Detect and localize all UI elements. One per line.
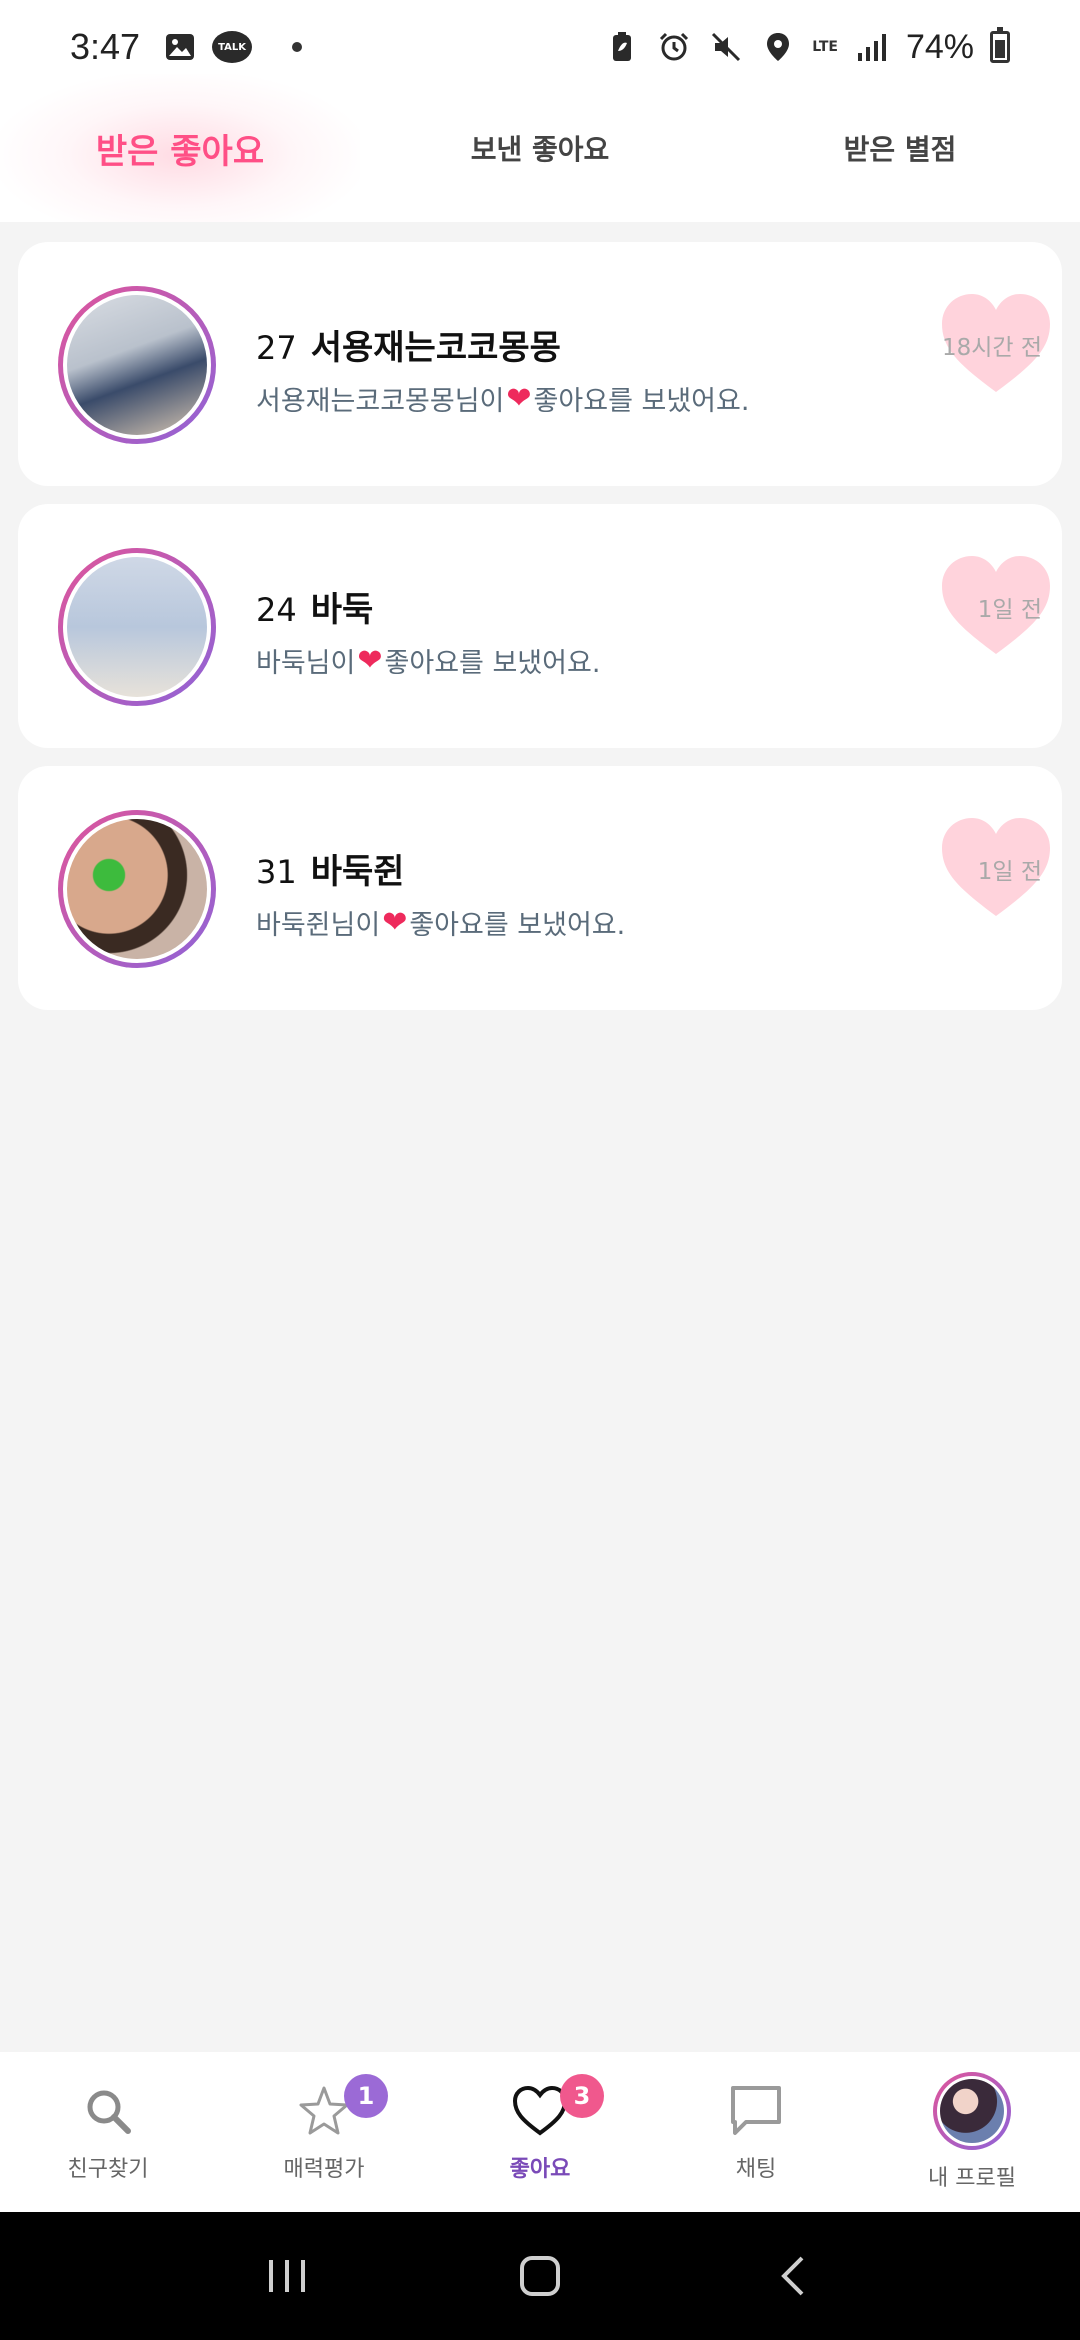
likes-tab-bar: 받은 좋아요 보낸 좋아요 받은 별점	[0, 74, 1080, 222]
time-ago: 1일 전	[977, 597, 1042, 623]
avatar-photo	[67, 295, 207, 435]
message-prefix: 바둑님이	[256, 648, 356, 679]
user-name: 바둑	[310, 590, 374, 630]
likes-list: 27 서용재는코코몽몽 서용재는코코몽몽님이 ❤ 좋아요를 보냈어요. 18시간…	[18, 242, 1062, 1028]
heart-icon: ❤	[506, 380, 532, 416]
nav-my-profile[interactable]: 내 프로필	[864, 2052, 1080, 2212]
system-nav-bar	[0, 2212, 1080, 2340]
alarm-icon	[656, 29, 692, 65]
search-icon	[78, 2081, 138, 2141]
nav-label: 내 프로필	[928, 2166, 1016, 2191]
nav-likes[interactable]: 3 좋아요	[432, 2052, 648, 2212]
recent-apps-icon[interactable]	[247, 2246, 327, 2306]
like-card[interactable]: 27 서용재는코코몽몽 서용재는코코몽몽님이 ❤ 좋아요를 보냈어요. 18시간…	[18, 242, 1062, 486]
user-name: 서용재는코코몽몽	[310, 328, 561, 368]
notification-badge: 3	[560, 2074, 604, 2118]
nav-label: 매력평가	[283, 2157, 365, 2182]
user-name: 바둑쥔	[310, 852, 405, 892]
battery-icon	[990, 27, 1010, 63]
nav-label: 친구찾기	[67, 2157, 149, 2182]
avatar[interactable]	[58, 286, 216, 444]
like-card[interactable]: 31 바둑쥔 바둑쥔님이 ❤ 좋아요를 보냈어요. 1일 전	[18, 766, 1062, 1010]
like-message: 바둑쥔님이 ❤ 좋아요를 보냈어요.	[256, 903, 625, 942]
back-icon[interactable]	[753, 2246, 833, 2306]
message-suffix: 좋아요를 보냈어요.	[409, 910, 626, 941]
kakaotalk-icon: TALK	[212, 31, 253, 63]
user-age: 27	[256, 329, 297, 367]
message-prefix: 바둑쥔님이	[256, 910, 381, 941]
location-icon	[760, 29, 796, 65]
avatar-photo	[67, 557, 207, 697]
tab-received-likes[interactable]: 받은 좋아요	[0, 74, 360, 222]
bottom-nav: 친구찾기 1 매력평가 3 좋아요 채팅 내 프로필	[0, 2052, 1080, 2212]
mute-icon	[708, 29, 744, 65]
signal-icon	[854, 29, 890, 65]
user-age: 24	[256, 591, 297, 629]
home-icon[interactable]	[500, 2246, 580, 2306]
likes-screen: 3:47 TALK LTE 74% 받은 좋아요 보낸 좋아요 받은 별점 27…	[0, 0, 1080, 2340]
tab-received-ratings[interactable]: 받은 별점	[720, 74, 1080, 222]
heart-icon: ❤	[357, 642, 383, 678]
time-ago: 18시간 전	[941, 335, 1042, 361]
message-suffix: 좋아요를 보냈어요.	[384, 648, 601, 679]
battery-percent: 74%	[905, 27, 974, 66]
avatar[interactable]	[58, 810, 216, 968]
profile-avatar	[933, 2072, 1011, 2150]
gallery-icon	[162, 29, 198, 65]
nav-label: 채팅	[735, 2157, 777, 2182]
like-message: 서용재는코코몽몽님이 ❤ 좋아요를 보냈어요.	[256, 379, 749, 418]
message-prefix: 서용재는코코몽몽님이	[256, 386, 505, 417]
nav-label: 좋아요	[509, 2157, 571, 2182]
like-card[interactable]: 24 바둑 바둑님이 ❤ 좋아요를 보냈어요. 1일 전	[18, 504, 1062, 748]
chat-icon	[726, 2081, 786, 2141]
nav-attraction-rating[interactable]: 1 매력평가	[216, 2052, 432, 2212]
like-message: 바둑님이 ❤ 좋아요를 보냈어요.	[256, 641, 600, 680]
status-time: 3:47	[70, 26, 141, 67]
time-ago: 1일 전	[977, 859, 1042, 885]
nav-chat[interactable]: 채팅	[648, 2052, 864, 2212]
message-suffix: 좋아요를 보냈어요.	[533, 386, 750, 417]
heart-icon: ❤	[382, 904, 408, 940]
avatar-photo	[67, 819, 207, 959]
battery-saver-icon	[604, 29, 640, 65]
user-age: 31	[256, 853, 297, 891]
avatar[interactable]	[58, 548, 216, 706]
notification-badge: 1	[344, 2074, 388, 2118]
notification-dot-icon	[292, 42, 303, 52]
lte-icon: LTE	[812, 39, 838, 55]
tab-sent-likes[interactable]: 보낸 좋아요	[360, 74, 720, 222]
nav-find-friends[interactable]: 친구찾기	[0, 2052, 216, 2212]
